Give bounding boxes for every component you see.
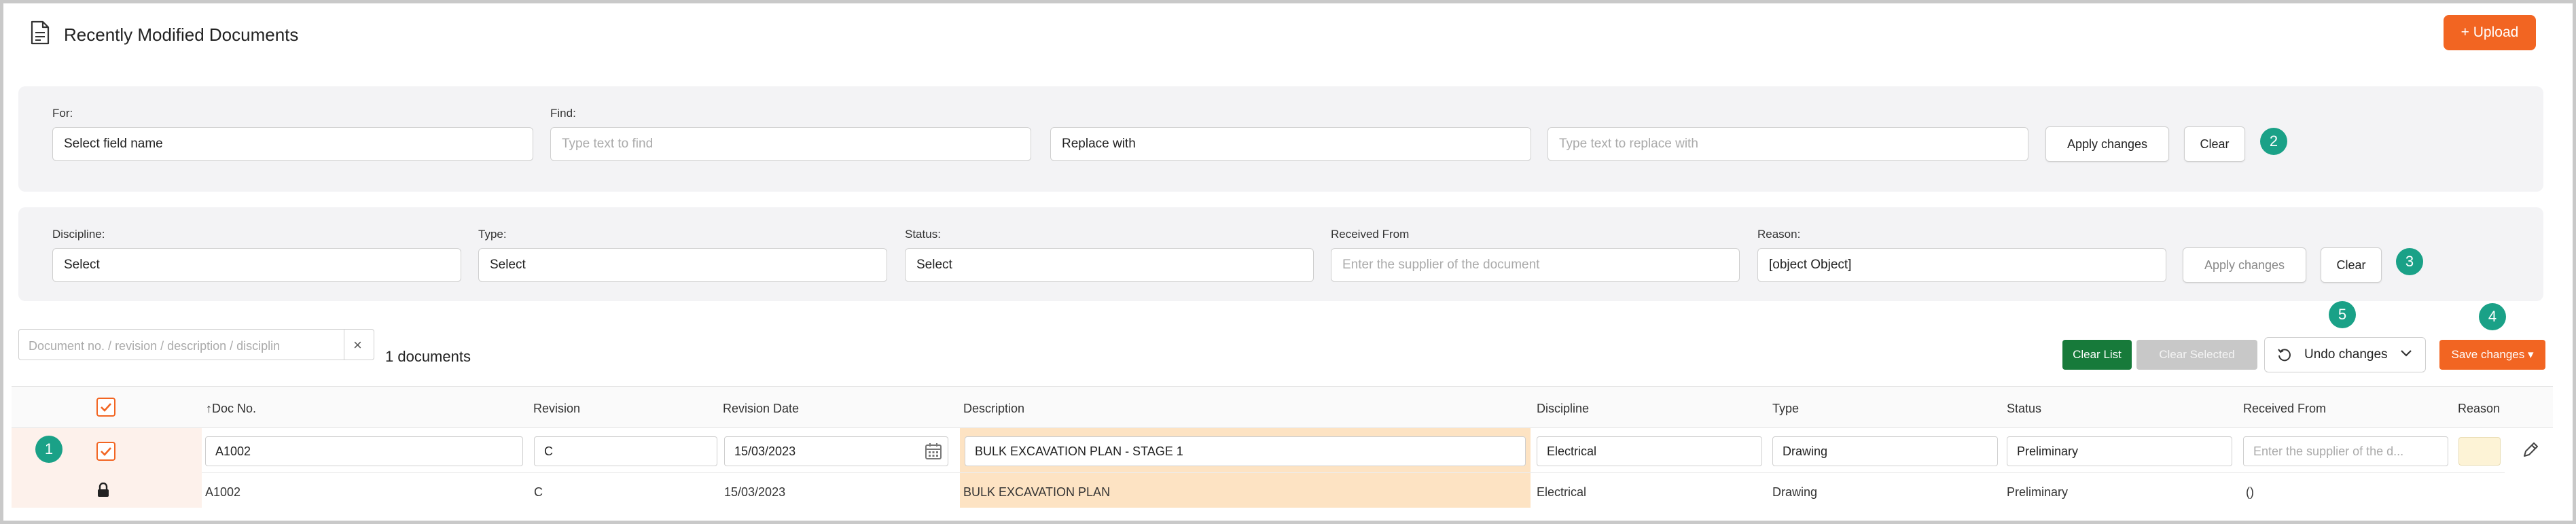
chevron-down-icon [2401, 350, 2412, 357]
checkmark-icon [101, 447, 111, 456]
step-badge-1: 1 [35, 436, 62, 463]
checkmark-icon [101, 403, 111, 412]
orig-received-from: () [2246, 485, 2254, 499]
col-revision-date[interactable]: Revision Date [723, 402, 799, 416]
pencil-icon[interactable] [2521, 440, 2540, 459]
type-input[interactable]: Drawing [1772, 436, 1998, 466]
replace-field-select[interactable]: Replace with [1050, 127, 1531, 161]
type-label: Type: [478, 228, 507, 241]
revision-input[interactable]: C [534, 436, 717, 466]
doc-no-input[interactable]: A1002 [205, 436, 523, 466]
undo-changes-dropdown[interactable]: Undo changes [2264, 337, 2426, 372]
field-name-select[interactable]: Select field name [52, 127, 533, 161]
received-from-label: Received From [1331, 228, 1410, 241]
orig-description: BULK EXCAVATION PLAN [963, 485, 1111, 499]
col-description[interactable]: Description [963, 402, 1024, 416]
col-doc-no[interactable]: ↑Doc No. [206, 402, 256, 416]
reason-label: Reason: [1757, 228, 1801, 241]
clear-bulk-button[interactable]: Clear [2321, 247, 2382, 283]
col-discipline[interactable]: Discipline [1537, 402, 1589, 416]
col-revision[interactable]: Revision [533, 402, 580, 416]
find-input[interactable]: Type text to find [550, 127, 1031, 161]
close-icon[interactable]: × [353, 336, 362, 354]
status-label: Status: [905, 228, 941, 241]
discipline-label: Discipline: [52, 228, 105, 241]
received-from-cell-input[interactable]: Enter the supplier of the d... [2243, 436, 2448, 466]
lock-icon [98, 483, 109, 497]
status-select[interactable]: Select [905, 248, 1314, 282]
document-icon [31, 20, 50, 45]
apply-replace-button[interactable]: Apply changes [2045, 126, 2169, 162]
undo-label: Undo changes [2304, 347, 2388, 362]
undo-icon [2278, 349, 2291, 362]
save-changes-button[interactable]: Save changes ▾ [2439, 340, 2545, 370]
orig-type: Drawing [1772, 485, 1818, 499]
orig-discipline: Electrical [1537, 485, 1587, 499]
clear-selected-button[interactable]: Clear Selected [2136, 340, 2257, 370]
discipline-input[interactable]: Electrical [1537, 436, 1762, 466]
type-select[interactable]: Select [478, 248, 887, 282]
step-badge-3: 3 [2396, 248, 2423, 275]
for-label: For: [52, 107, 73, 120]
orig-doc-no: A1002 [205, 485, 241, 499]
clear-list-button[interactable]: Clear List [2062, 340, 2132, 370]
orig-status: Preliminary [2007, 485, 2069, 499]
received-from-input[interactable]: Enter the supplier of the document [1331, 248, 1740, 282]
row-divider [202, 472, 2505, 473]
apply-bulk-button[interactable]: Apply changes [2183, 247, 2306, 283]
document-search[interactable]: Document no. / revision / description / … [18, 329, 374, 360]
replace-input[interactable]: Type text to replace with [1548, 127, 2028, 161]
step-badge-5: 5 [2329, 301, 2356, 328]
step-badge-2: 2 [2260, 128, 2287, 155]
orig-revision: C [534, 485, 543, 499]
orig-revision-date: 15/03/2023 [724, 485, 786, 499]
select-all-checkbox[interactable] [96, 398, 115, 417]
col-received-from[interactable]: Received From [2243, 402, 2326, 416]
row-checkbox[interactable] [96, 442, 115, 461]
calendar-icon[interactable] [924, 442, 943, 461]
col-status[interactable]: Status [2007, 402, 2041, 416]
page-title: Recently Modified Documents [64, 24, 299, 45]
clear-replace-button[interactable]: Clear [2184, 126, 2245, 162]
description-input[interactable]: BULK EXCAVATION PLAN - STAGE 1 [965, 436, 1526, 466]
search-input[interactable]: Document no. / revision / description / … [29, 339, 341, 353]
status-input[interactable]: Preliminary [2007, 436, 2232, 466]
col-type[interactable]: Type [1772, 402, 1799, 416]
revision-date-input[interactable]: 15/03/2023 [724, 436, 948, 466]
step-badge-4: 4 [2479, 303, 2506, 330]
discipline-select[interactable]: Select [52, 248, 461, 282]
document-count: 1 documents [385, 348, 471, 365]
reason-input[interactable]: [object Object] [1757, 248, 2166, 282]
upload-button[interactable]: + Upload [2444, 15, 2536, 50]
table-header: ↑Doc No. Revision Revision Date Descript… [12, 386, 2553, 428]
find-label: Find: [550, 107, 576, 120]
reason-cell[interactable] [2458, 437, 2501, 466]
col-reason[interactable]: Reason [2458, 402, 2500, 416]
